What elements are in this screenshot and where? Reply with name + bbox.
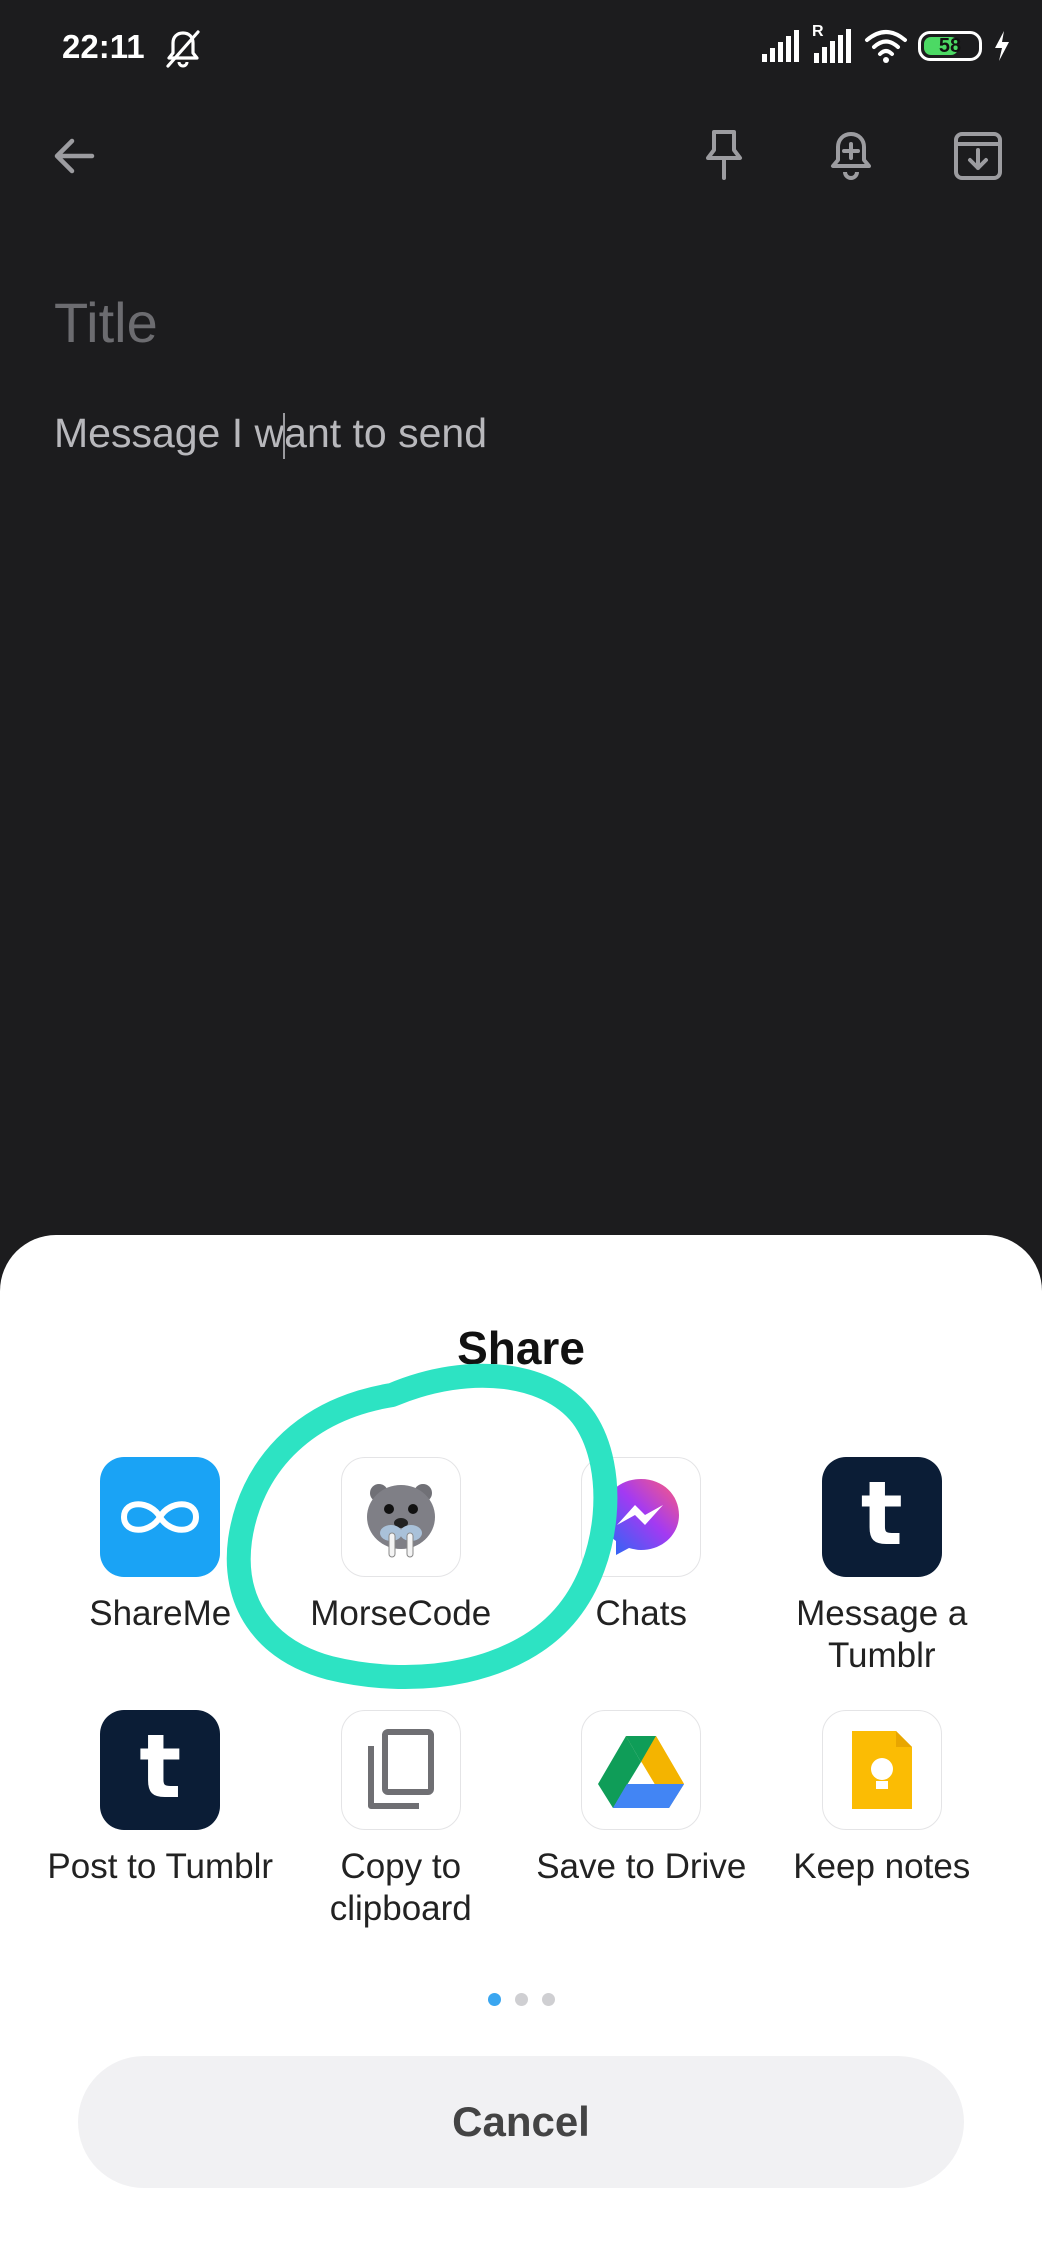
page-dot[interactable] <box>541 1993 555 2006</box>
status-bar: 22:11 R 58 <box>0 0 1042 100</box>
shareme-icon <box>100 1457 221 1577</box>
note-toolbar <box>0 110 1042 200</box>
note-body-text-after-cursor: ant to send <box>284 410 488 456</box>
share-target-label: Post to Tumblr <box>47 1847 274 1886</box>
battery-level: 58 <box>938 34 962 57</box>
tumblr-icon: t <box>100 1710 221 1830</box>
pin-button[interactable] <box>692 124 756 188</box>
share-target-label: Message a Tumblr <box>796 1594 968 1675</box>
copy-icon <box>340 1710 461 1830</box>
share-target-shareme[interactable]: ShareMe <box>40 1457 281 1710</box>
share-target-label: Copy to clipboard <box>329 1847 472 1928</box>
share-app-grid: ShareMe MorseCode Chats t Message a Tumb… <box>40 1457 1002 1963</box>
share-target-copy-clipboard[interactable]: Copy to clipboard <box>281 1710 522 1963</box>
drive-icon <box>581 1710 702 1830</box>
share-target-post-tumblr[interactable]: t Post to Tumblr <box>40 1710 281 1963</box>
share-target-label: Save to Drive <box>536 1847 747 1886</box>
share-target-label: MorseCode <box>310 1594 492 1633</box>
bell-plus-icon <box>831 132 871 180</box>
share-target-label: ShareMe <box>89 1594 232 1633</box>
bell-off-icon <box>166 30 200 68</box>
signal-roaming-icon: R <box>810 23 854 63</box>
wifi-icon <box>865 30 907 63</box>
note-body-text-before-cursor: Message I w <box>54 410 285 456</box>
roaming-label: R <box>812 23 824 40</box>
messenger-icon <box>581 1457 702 1577</box>
share-target-keep-notes[interactable]: Keep notes <box>762 1710 1003 1963</box>
walrus-icon <box>340 1457 461 1577</box>
signal-icon <box>762 30 799 62</box>
share-target-message-tumblr[interactable]: t Message a Tumblr <box>762 1457 1003 1710</box>
share-target-label: Chats <box>595 1594 687 1633</box>
page-dot[interactable] <box>514 1993 528 2006</box>
reminder-button[interactable] <box>819 124 883 188</box>
page-dot-active[interactable] <box>487 1993 501 2006</box>
cancel-button[interactable]: Cancel <box>78 2056 964 2188</box>
keep-icon <box>821 1710 942 1830</box>
archive-button[interactable] <box>946 124 1010 188</box>
note-title-field[interactable]: Title <box>54 290 158 355</box>
share-target-chats[interactable]: Chats <box>521 1457 762 1710</box>
battery-icon: 58 <box>918 31 982 61</box>
arrow-left-icon <box>54 138 95 174</box>
status-icons: R 58 <box>760 23 1012 64</box>
share-target-label: Keep notes <box>793 1847 971 1886</box>
pin-icon <box>706 130 742 180</box>
share-sheet-title: Share <box>457 1322 585 1374</box>
share-target-morsecode[interactable]: MorseCode <box>281 1457 522 1710</box>
tumblr-icon: t <box>821 1457 942 1577</box>
note-body-field[interactable]: Message I want to send <box>54 410 488 460</box>
back-button[interactable] <box>42 124 106 188</box>
page-indicator <box>0 1993 1042 2006</box>
archive-icon <box>954 132 1002 180</box>
share-target-save-drive[interactable]: Save to Drive <box>521 1710 762 1963</box>
status-time: 22:11 <box>62 28 145 65</box>
charging-icon <box>995 31 1009 61</box>
share-sheet: Share ShareMe MorseCode Chats t Message … <box>0 1235 1042 2260</box>
